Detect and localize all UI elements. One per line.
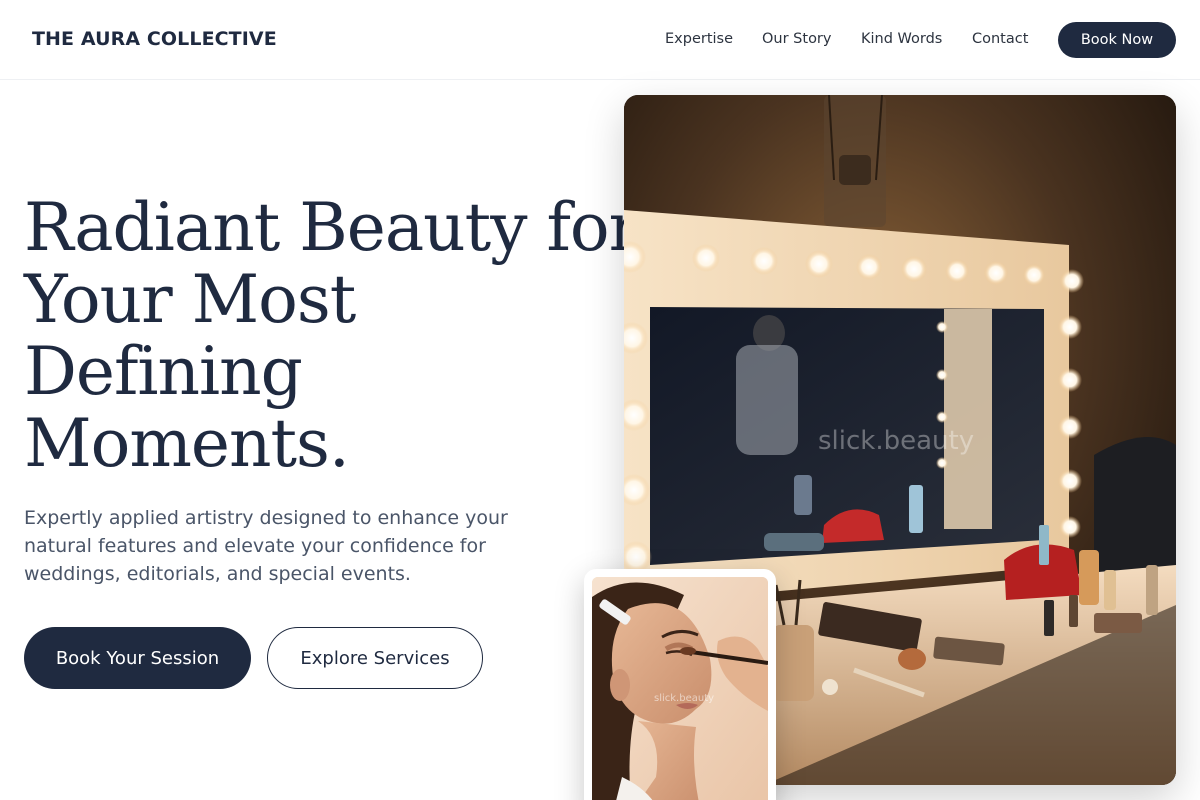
book-session-button[interactable]: Book Your Session (24, 627, 251, 689)
hero-title-line: Radiant Beauty for (24, 189, 640, 266)
inset-image-watermark: slick.beauty (654, 693, 715, 704)
makeup-application-photo: slick.beauty (592, 577, 768, 800)
hero-subtitle: Expertly applied artistry designed to en… (24, 507, 508, 585)
nav-link-contact[interactable]: Contact (972, 31, 1028, 47)
hero-title-line: Defining (24, 333, 303, 410)
book-now-button[interactable]: Book Now (1058, 22, 1176, 58)
nav-link-expertise[interactable]: Expertise (665, 31, 733, 47)
hero-title-line: Your Most (24, 261, 356, 338)
main-image-watermark: slick.beauty (818, 426, 975, 456)
hero-title: Radiant Beauty for Your Most Defining Mo… (24, 189, 640, 482)
nav-links: Expertise Our Story Kind Words Contact (0, 0, 1200, 80)
makeup-application-card: slick.beauty (584, 569, 776, 800)
nav-link-kind-words[interactable]: Kind Words (861, 31, 942, 47)
explore-services-button[interactable]: Explore Services (267, 627, 483, 689)
makeup-application-illustration (592, 577, 768, 800)
navbar: THE AURA COLLECTIVE Expertise Our Story … (0, 0, 1200, 80)
hero-title-line: Moments. (24, 405, 350, 482)
nav-link-our-story[interactable]: Our Story (762, 31, 831, 47)
